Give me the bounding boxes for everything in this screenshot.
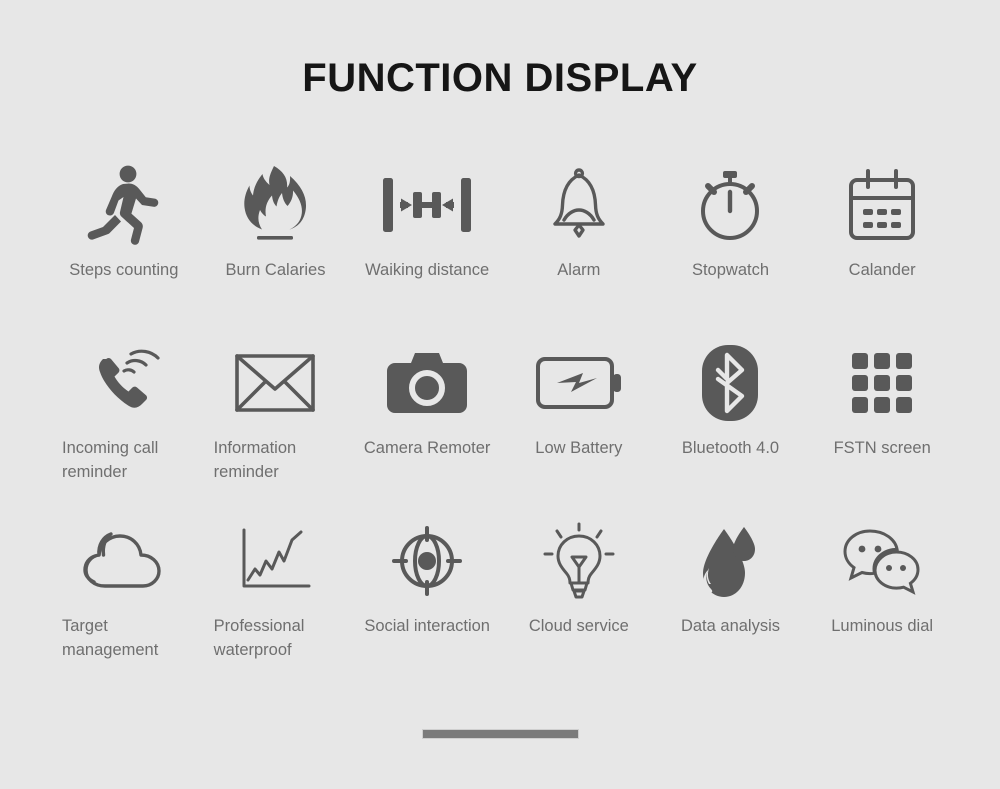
feature-item-low-battery[interactable]: Low Battery [503, 338, 655, 516]
feature-label: FSTN screen [833, 439, 931, 457]
feature-item-data-analysis[interactable]: Data analysis [655, 516, 807, 694]
feature-item-information-reminder[interactable]: Information reminder [200, 338, 352, 516]
feature-label: Information reminder [213, 439, 297, 481]
feature-label: Luminous dial [831, 617, 934, 635]
feature-label: Stopwatch [691, 261, 770, 279]
battery-bolt-icon [503, 342, 655, 424]
function-display-page: FUNCTION DISPLAY Steps counting Burn Cal… [0, 0, 1000, 789]
feature-item-luminous-dial[interactable]: Luminous dial [806, 516, 958, 694]
grid-squares-icon [806, 342, 958, 424]
bell-icon [503, 164, 655, 246]
feature-item-bluetooth[interactable]: Bluetooth 4.0 [655, 338, 807, 516]
feature-item-stopwatch[interactable]: Stopwatch [655, 160, 807, 338]
feature-label: Waiking distance [365, 261, 490, 279]
feature-item-fstn-screen[interactable]: FSTN screen [806, 338, 958, 516]
feature-item-walking-distance[interactable]: Waiking distance [351, 160, 503, 338]
distance-measure-icon [351, 164, 503, 246]
feature-label: Cloud service [528, 617, 629, 635]
feature-item-target-management[interactable]: Target management [48, 516, 200, 694]
feature-item-camera-remoter[interactable]: Camera Remoter [351, 338, 503, 516]
page-title: FUNCTION DISPLAY [302, 56, 698, 100]
running-person-icon [48, 164, 200, 246]
feature-grid: Steps counting Burn Calaries Waiking dis… [48, 160, 958, 694]
feature-label: Low Battery [535, 439, 623, 457]
feature-item-burn-calories[interactable]: Burn Calaries [200, 160, 352, 338]
ringing-phone-icon [48, 342, 200, 424]
feature-item-professional-waterproof[interactable]: Professional waterproof [200, 516, 352, 694]
feature-item-alarm[interactable]: Alarm [503, 160, 655, 338]
feature-label: Camera Remoter [363, 439, 491, 457]
feature-label: Steps counting [69, 261, 179, 279]
feature-label: Calander [848, 261, 916, 279]
feature-item-steps-counting[interactable]: Steps counting [48, 160, 200, 338]
flame-icon [200, 164, 352, 246]
feature-label: Burn Calaries [225, 261, 326, 279]
feature-item-cloud-service[interactable]: Cloud service [503, 516, 655, 694]
stopwatch-icon [655, 164, 807, 246]
lightbulb-icon [503, 520, 655, 602]
envelope-icon [200, 342, 352, 424]
home-indicator-bar[interactable] [422, 729, 579, 739]
feature-label: Data analysis [680, 617, 781, 635]
calendar-icon [806, 164, 958, 246]
feature-item-social-interaction[interactable]: Social interaction [351, 516, 503, 694]
cloud-icon [48, 520, 200, 602]
bluetooth-icon [655, 342, 807, 424]
feature-label: Professional waterproof [213, 617, 305, 659]
feature-item-incoming-call[interactable]: Incoming call reminder [48, 338, 200, 516]
feature-label: Incoming call reminder [62, 439, 159, 481]
line-chart-icon [200, 520, 352, 602]
camera-icon [351, 342, 503, 424]
chat-bubbles-icon [806, 520, 958, 602]
water-drop-icon [655, 520, 807, 602]
feature-item-calendar[interactable]: Calander [806, 160, 958, 338]
feature-label: Bluetooth 4.0 [681, 439, 780, 457]
crosshair-target-icon [351, 520, 503, 602]
feature-label: Target management [62, 617, 159, 659]
feature-label: Alarm [557, 261, 601, 279]
feature-label: Social interaction [364, 617, 490, 635]
